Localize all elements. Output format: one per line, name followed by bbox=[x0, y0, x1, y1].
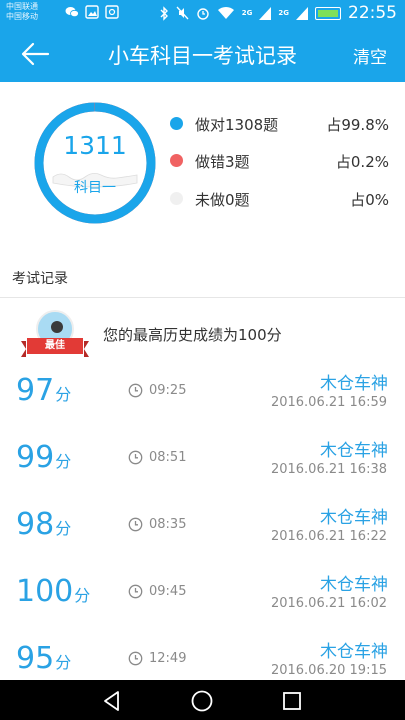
image-icon bbox=[85, 5, 99, 19]
record-score: 99分 bbox=[16, 440, 71, 475]
clock-icon bbox=[128, 383, 143, 398]
legend-label: 未做0题 bbox=[195, 191, 250, 209]
subject-label: 科目一 bbox=[74, 180, 116, 196]
score-value: 98 bbox=[16, 507, 55, 542]
legend-wrong: 做错3题 占0.2% bbox=[170, 149, 395, 173]
score-unit: 分 bbox=[55, 519, 72, 538]
score-value: 100 bbox=[16, 574, 74, 609]
wechat-icon bbox=[65, 7, 79, 18]
divider bbox=[0, 297, 405, 298]
record-row[interactable]: 98分 08:35 木仓车神 2016.06.21 16:22 bbox=[0, 503, 405, 571]
legend-percent: 占0.2% bbox=[335, 153, 389, 171]
record-date: 2016.06.20 19:15 bbox=[270, 663, 387, 678]
wrong-dot-icon bbox=[170, 154, 183, 167]
record-duration: 08:35 bbox=[149, 517, 187, 532]
record-date: 2016.06.21 16:22 bbox=[270, 529, 387, 544]
summary-panel: 1311 科目一 做对1308题 占99.8% 做错3题 占0.2% 未做0题 … bbox=[0, 82, 405, 242]
legend-percent: 占0% bbox=[350, 191, 389, 209]
clock-icon bbox=[128, 584, 143, 599]
record-user-name: 木仓车神 bbox=[320, 508, 388, 528]
record-user-name: 木仓车神 bbox=[320, 374, 388, 394]
signal-2-icon bbox=[296, 6, 308, 20]
alarm-icon bbox=[197, 8, 209, 20]
notification-icons bbox=[65, 5, 119, 19]
legend-undone: 未做0题 占0% bbox=[170, 187, 395, 211]
section-title: 考试记录 bbox=[12, 271, 68, 287]
circle-home-icon[interactable] bbox=[190, 689, 214, 713]
record-score: 98分 bbox=[16, 507, 71, 542]
clock-icon bbox=[128, 517, 143, 532]
clock-icon bbox=[128, 450, 143, 465]
signal-1-icon bbox=[259, 6, 272, 20]
record-duration: 08:51 bbox=[149, 450, 187, 465]
clock-icon bbox=[128, 651, 143, 666]
record-row[interactable]: 97分 09:25 木仓车神 2016.06.21 16:59 bbox=[0, 369, 405, 437]
record-score: 97分 bbox=[16, 373, 71, 408]
app-notification-icon bbox=[105, 5, 119, 19]
total-questions: 1311 bbox=[63, 131, 127, 160]
undone-dot-icon bbox=[170, 192, 183, 205]
clock-time: 22:55 bbox=[348, 3, 397, 23]
status-bar: 中国联通 中国移动 2G 2G 22:55 bbox=[0, 0, 405, 27]
signal-2-label: 2G bbox=[278, 9, 289, 17]
score-value: 99 bbox=[16, 440, 55, 475]
record-user-name: 木仓车神 bbox=[320, 642, 388, 662]
title-bar: 小车科目一考试记录 清空 bbox=[0, 27, 405, 82]
navigation-bar bbox=[0, 680, 405, 720]
carrier-info: 中国联通 中国移动 bbox=[6, 2, 38, 22]
mute-icon bbox=[176, 6, 189, 20]
system-status-icons: 2G 2G 22:55 bbox=[159, 4, 397, 22]
legend-label: 做对1308题 bbox=[195, 116, 279, 134]
best-badge: 最佳 bbox=[21, 338, 89, 357]
best-score-text: 您的最高历史成绩为100分 bbox=[103, 326, 282, 344]
score-unit: 分 bbox=[55, 452, 72, 471]
record-user-name: 木仓车神 bbox=[320, 575, 388, 595]
carrier-2: 中国移动 bbox=[6, 12, 38, 21]
record-score: 100分 bbox=[16, 574, 90, 609]
signal-1-label: 2G bbox=[241, 9, 253, 17]
record-row[interactable]: 100分 09:45 木仓车神 2016.06.21 16:02 bbox=[0, 570, 405, 638]
wifi-icon bbox=[217, 6, 234, 19]
page-title: 小车科目一考试记录 bbox=[108, 44, 297, 68]
score-unit: 分 bbox=[55, 653, 72, 672]
score-unit: 分 bbox=[74, 586, 91, 605]
record-score: 95分 bbox=[16, 641, 71, 676]
progress-ring bbox=[34, 102, 156, 224]
legend-label: 做错3题 bbox=[195, 153, 250, 171]
record-date: 2016.06.21 16:38 bbox=[270, 462, 387, 477]
score-value: 95 bbox=[16, 641, 55, 676]
legend-percent: 占99.8% bbox=[326, 116, 389, 134]
battery-icon bbox=[315, 6, 341, 20]
record-user-name: 木仓车神 bbox=[320, 441, 388, 461]
carrier-1: 中国联通 bbox=[6, 2, 38, 11]
score-value: 97 bbox=[16, 373, 55, 408]
record-row[interactable]: 99分 08:51 木仓车神 2016.06.21 16:38 bbox=[0, 436, 405, 504]
record-date: 2016.06.21 16:02 bbox=[270, 596, 387, 611]
legend-correct: 做对1308题 占99.8% bbox=[170, 112, 395, 136]
record-duration: 09:45 bbox=[149, 584, 187, 599]
bluetooth-icon bbox=[160, 5, 168, 21]
clear-button[interactable]: 清空 bbox=[353, 43, 387, 68]
progress-ring-arc bbox=[34, 102, 156, 224]
score-unit: 分 bbox=[55, 385, 72, 404]
app-screen: 中国联通 中国移动 2G 2G 22:55 小车科目一考试记录 清空 1311 … bbox=[0, 0, 405, 720]
record-duration: 09:25 bbox=[149, 383, 187, 398]
record-duration: 12:49 bbox=[149, 651, 187, 666]
triangle-back-icon[interactable] bbox=[100, 689, 124, 713]
best-score-row: 最佳 您的最高历史成绩为100分 bbox=[0, 306, 405, 360]
square-recent-icon[interactable] bbox=[280, 689, 304, 713]
record-date: 2016.06.21 16:59 bbox=[270, 395, 387, 410]
correct-dot-icon bbox=[170, 117, 183, 130]
